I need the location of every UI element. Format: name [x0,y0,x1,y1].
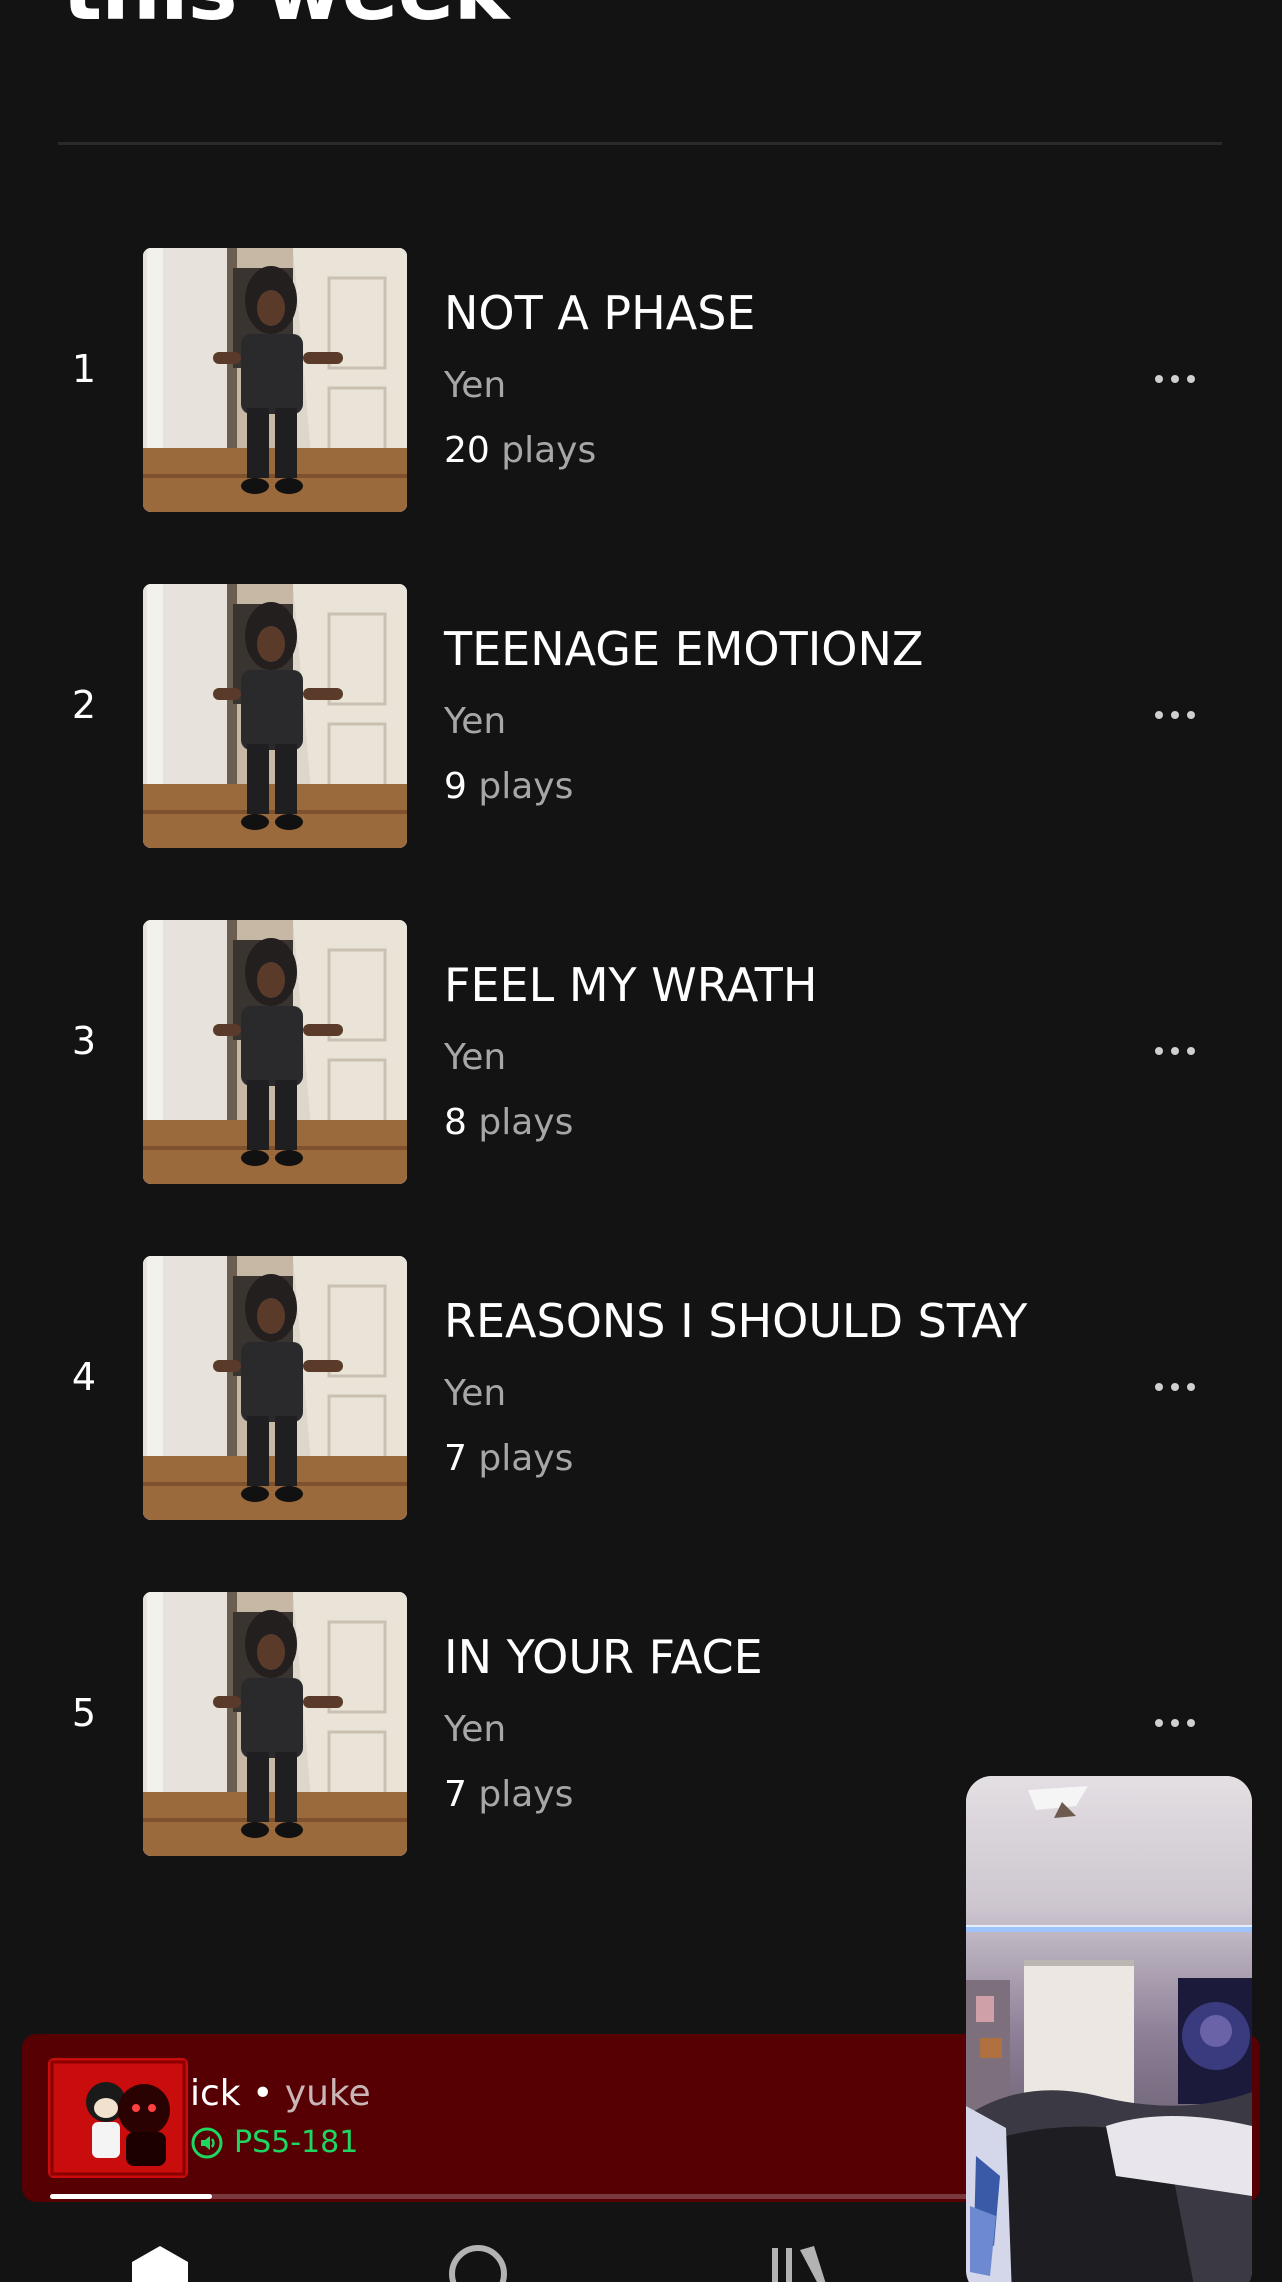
play-count-unit: plays [478,766,574,807]
track-row[interactable]: 2 TEENAGE EMOTIONZ Yen 9 plays [0,584,1282,848]
device-name: PS5-181 [234,2125,359,2160]
menu-dot [1187,711,1195,719]
track-rank: 3 [71,1019,97,1063]
menu-dot [1155,375,1163,383]
section-title: this week [62,0,509,32]
now-playing-song: ick [190,2073,241,2114]
track-cover [143,248,407,512]
now-playing-title: ick • yuke [190,2076,371,2112]
track-title: IN YOUR FACE [444,1630,763,1684]
play-count: 20 [444,430,490,471]
now-playing-cover [48,2058,188,2178]
track-rank: 5 [71,1691,97,1735]
now-playing-artist: yuke [284,2073,371,2114]
track-artist[interactable]: Yen [444,1712,506,1748]
more-horizontal-icon[interactable] [1140,1362,1210,1412]
menu-dot [1171,1047,1179,1055]
more-horizontal-icon[interactable] [1140,1698,1210,1748]
playback-progress-fill [50,2194,212,2199]
play-count: 8 [444,1102,467,1143]
menu-dot [1187,1383,1195,1391]
track-plays: 7 plays [444,1441,573,1477]
track-plays: 7 plays [444,1777,573,1813]
track-title: TEENAGE EMOTIONZ [444,622,924,676]
track-artist[interactable]: Yen [444,368,506,404]
more-horizontal-icon[interactable] [1140,354,1210,404]
track-artist[interactable]: Yen [444,704,506,740]
track-row[interactable]: 3 FEEL MY WRATH Yen 8 plays [0,920,1282,1184]
menu-dot [1171,1383,1179,1391]
menu-dot [1171,375,1179,383]
track-artist[interactable]: Yen [444,1376,506,1412]
play-count-unit: plays [478,1774,574,1815]
track-plays: 9 plays [444,769,573,805]
track-row[interactable]: 4 REASONS I SHOULD STAY Yen 7 plays [0,1256,1282,1520]
play-count-unit: plays [478,1102,574,1143]
video-call-preview[interactable] [966,1776,1252,2282]
menu-dot [1155,711,1163,719]
menu-dot [1171,1719,1179,1727]
title-separator: • [252,2073,274,2114]
library-icon[interactable] [768,2244,832,2282]
track-cover [143,584,407,848]
menu-dot [1187,375,1195,383]
track-artist[interactable]: Yen [444,1040,506,1076]
track-title: NOT A PHASE [444,286,756,340]
track-rank: 1 [71,347,97,391]
play-count: 9 [444,766,467,807]
play-count-unit: plays [478,1438,574,1479]
divider [58,142,1222,145]
connected-device[interactable]: PS5-181 [190,2126,358,2160]
track-rank: 2 [71,683,97,727]
play-count-unit: plays [501,430,597,471]
menu-dot [1155,1719,1163,1727]
play-count: 7 [444,1774,467,1815]
app-screen: this week 1 NOT A PHASE [0,0,1282,2282]
speaker-icon [190,2126,224,2160]
menu-dot [1155,1047,1163,1055]
play-count: 7 [444,1438,467,1479]
menu-dot [1155,1383,1163,1391]
menu-dot [1187,1047,1195,1055]
track-cover [143,1592,407,1856]
track-rank: 4 [71,1355,97,1399]
track-cover [143,1256,407,1520]
menu-dot [1171,711,1179,719]
track-plays: 20 plays [444,433,596,469]
menu-dot [1187,1719,1195,1727]
home-icon[interactable] [128,2244,192,2282]
track-cover [143,920,407,1184]
track-plays: 8 plays [444,1105,573,1141]
more-horizontal-icon[interactable] [1140,690,1210,740]
track-title: FEEL MY WRATH [444,958,818,1012]
search-icon[interactable] [446,2244,510,2282]
track-row[interactable]: 1 NOT A PHASE Yen 20 plays [0,248,1282,512]
more-horizontal-icon[interactable] [1140,1026,1210,1076]
track-title: REASONS I SHOULD STAY [444,1294,1028,1348]
